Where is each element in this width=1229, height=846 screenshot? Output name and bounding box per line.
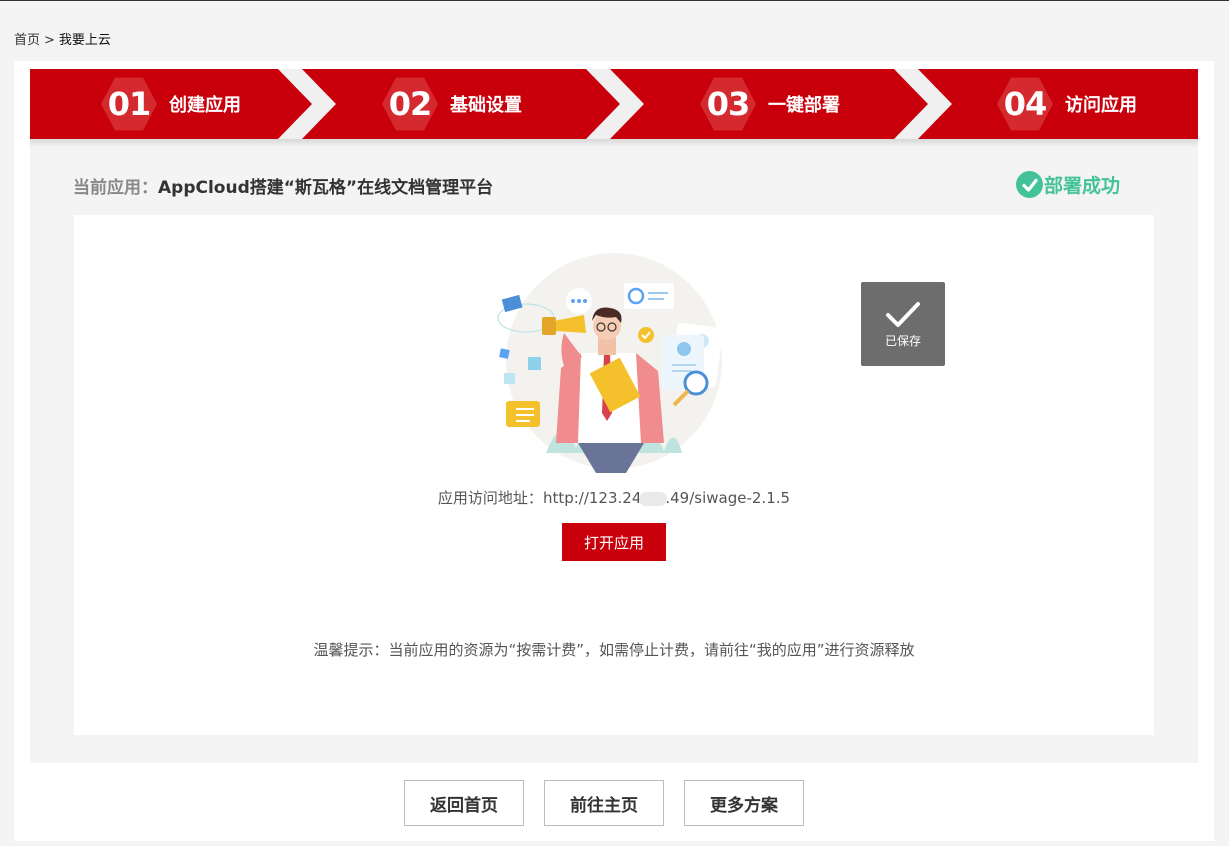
app-address-label: 应用访问地址： — [437, 489, 543, 507]
saved-toast-text: 已保存 — [884, 333, 921, 348]
step-2-label: 基础设置 — [450, 95, 522, 116]
go-main-button[interactable]: 前往主页 — [544, 780, 664, 826]
step-chevron-3 — [894, 69, 952, 139]
content-area: 当前应用：AppCloud搭建“斯瓦格”在线文档管理平台 部署成功 已保存 应用… — [30, 147, 1198, 763]
redacted-blur — [639, 491, 668, 506]
step-4-label: 访问应用 — [1065, 95, 1137, 116]
deploy-status: 部署成功 — [1016, 171, 1120, 198]
breadcrumb-current: 我要上云 — [58, 33, 111, 48]
current-app-prefix: 当前应用： — [73, 178, 158, 198]
steps-shadow — [30, 139, 1198, 147]
window-top-border — [0, 0, 1229, 1]
step-1-label: 创建应用 — [169, 95, 241, 116]
step-4-number: 04 — [997, 77, 1053, 131]
check-icon — [886, 301, 920, 327]
step-chevron-1 — [278, 69, 336, 139]
step-1: 01 创建应用 — [101, 69, 241, 139]
step-1-number: 01 — [101, 77, 157, 131]
main-panel: 01 创建应用 02 基础设置 03 一键部署 04 访问应用 当前应用：App… — [14, 61, 1214, 841]
result-card: 已保存 应用访问地址：http://123.24 .49/siwage-2.1.5… — [74, 215, 1154, 735]
app-address: 应用访问地址：http://123.24 .49/siwage-2.1.5 — [74, 487, 1154, 508]
step-3: 03 一键部署 — [700, 69, 840, 139]
billing-tip: 温馨提示：当前应用的资源为“按需计费”，如需停止计费，请前往“我的应用”进行资源… — [313, 641, 915, 659]
breadcrumb-home-link[interactable]: 首页 — [14, 33, 40, 48]
step-2-number: 02 — [382, 77, 438, 131]
breadcrumb: 首页 > 我要上云 — [14, 29, 111, 48]
app-address-url-start[interactable]: http://123.24 — [543, 489, 641, 507]
step-chevron-2 — [586, 69, 644, 139]
step-3-number: 03 — [700, 77, 756, 131]
more-plans-button[interactable]: 更多方案 — [684, 780, 804, 826]
deploy-status-text: 部署成功 — [1044, 175, 1121, 197]
current-app-name: AppCloud搭建“斯瓦格”在线文档管理平台 — [158, 178, 494, 198]
step-progress-bar: 01 创建应用 02 基础设置 03 一键部署 04 访问应用 — [30, 69, 1198, 139]
current-app-title: 当前应用：AppCloud搭建“斯瓦格”在线文档管理平台 — [73, 173, 493, 198]
back-home-button[interactable]: 返回首页 — [404, 780, 524, 826]
step-3-label: 一键部署 — [768, 95, 840, 116]
step-2: 02 基础设置 — [382, 69, 522, 139]
telescope-man-illustration — [497, 253, 724, 473]
success-check-icon — [1016, 171, 1043, 198]
saved-toast: 已保存 — [861, 282, 945, 366]
app-address-url-end[interactable]: .49/siwage-2.1.5 — [665, 489, 790, 507]
step-4: 04 访问应用 — [997, 69, 1137, 139]
breadcrumb-separator: > — [44, 33, 55, 48]
open-app-button[interactable]: 打开应用 — [562, 523, 666, 561]
